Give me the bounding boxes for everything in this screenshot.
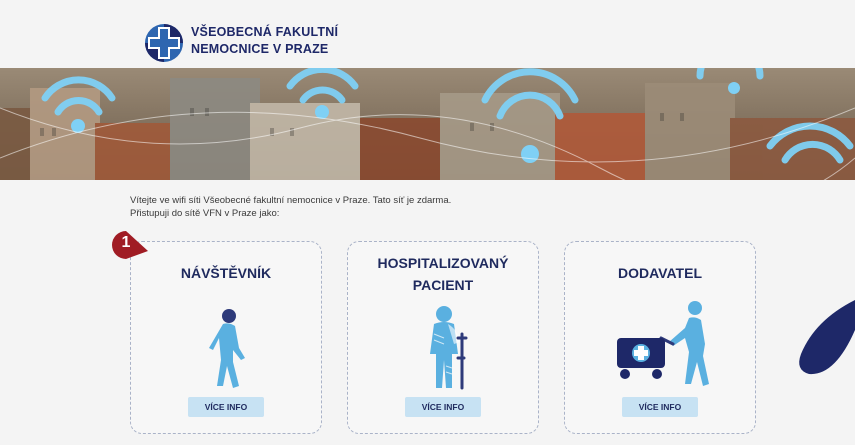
card-supplier[interactable]: DODAVATEL VÍCE INFO bbox=[564, 241, 756, 434]
card-title-line-1: NÁVŠTĚVNÍK bbox=[180, 265, 272, 281]
card-title-line-1: HOSPITALIZOVANÝ bbox=[377, 255, 509, 271]
patient-with-crutch-icon bbox=[430, 306, 468, 390]
wifi-login-page: VŠEOBECNÁ FAKULTNÍ NEMOCNICE V PRAZE Vít… bbox=[0, 0, 855, 445]
logo-line-1: VŠEOBECNÁ FAKULTNÍ bbox=[191, 25, 339, 39]
card-hospitalized-patient[interactable]: HOSPITALIZOVANÝ PACIENT VÍCE INFO bbox=[347, 241, 539, 434]
intro-text: Vítejte ve wifi síti Všeobecné fakultní … bbox=[130, 194, 451, 220]
step-number: 1 bbox=[121, 234, 131, 251]
logo-line-2: NEMOCNICE V PRAZE bbox=[191, 42, 329, 56]
card-title: NÁVŠTĚVNÍK bbox=[131, 262, 321, 284]
hospital-cross-logo-icon bbox=[145, 24, 183, 62]
city-banner-image bbox=[0, 68, 855, 180]
decorative-shape bbox=[799, 300, 855, 375]
card-title: HOSPITALIZOVANÝ PACIENT bbox=[348, 252, 538, 296]
walking-person-icon bbox=[209, 309, 245, 388]
logo-text: VŠEOBECNÁ FAKULTNÍ NEMOCNICE V PRAZE bbox=[191, 24, 338, 58]
more-info-button[interactable]: VÍCE INFO bbox=[405, 397, 481, 417]
card-title-line-1: DODAVATEL bbox=[618, 265, 702, 281]
more-info-button[interactable]: VÍCE INFO bbox=[622, 397, 698, 417]
header: VŠEOBECNÁ FAKULTNÍ NEMOCNICE V PRAZE bbox=[0, 0, 855, 68]
card-title: DODAVATEL bbox=[565, 262, 755, 284]
supplier-with-cart-icon bbox=[617, 301, 709, 386]
card-visitor[interactable]: NÁVŠTĚVNÍK VÍCE INFO bbox=[130, 241, 322, 434]
intro-line-2: Přistupuji do sítě VFN v Praze jako: bbox=[130, 208, 280, 219]
intro-line-1: Vítejte ve wifi síti Všeobecné fakultní … bbox=[130, 195, 452, 206]
more-info-button[interactable]: VÍCE INFO bbox=[188, 397, 264, 417]
card-title-line-2: PACIENT bbox=[412, 277, 474, 293]
